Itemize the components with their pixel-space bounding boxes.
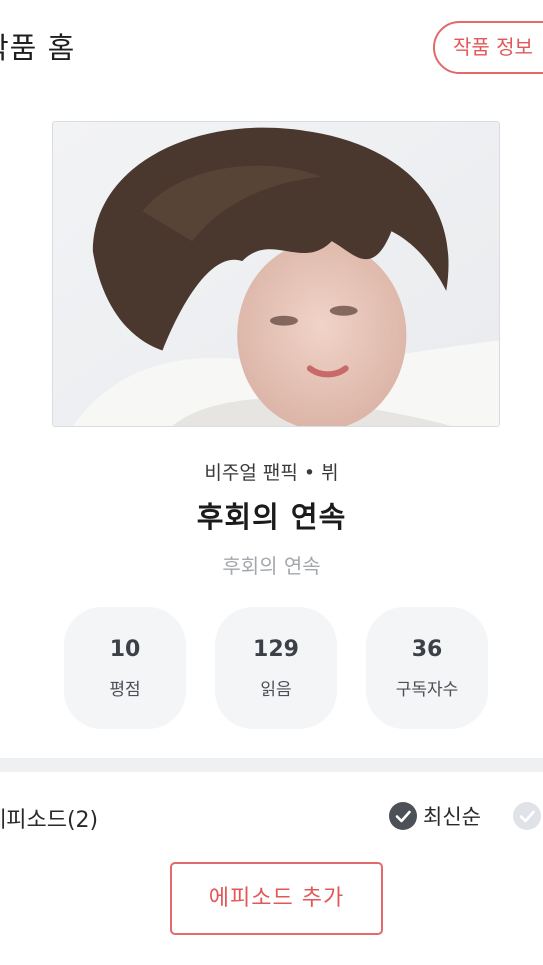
genre-label: 비주얼 팬픽 <box>204 462 298 484</box>
work-home-page: 작품 홈 작품 정보 <box>0 0 543 965</box>
cover-image <box>52 121 500 427</box>
stat-value: 129 <box>253 637 299 662</box>
header: 작품 홈 작품 정보 <box>0 0 543 92</box>
work-subtitle: 후회의 연속 <box>222 554 321 578</box>
check-circle-icon <box>513 802 541 830</box>
stat-label: 구독자수 <box>395 680 459 700</box>
work-meta: 비주얼 팬픽 • 뷔 <box>0 458 543 485</box>
section-divider <box>0 758 543 772</box>
stat-value: 36 <box>411 637 443 662</box>
stat-subscribers: 36 구독자수 <box>366 607 488 729</box>
page-title: 작품 홈 <box>0 31 76 65</box>
work-info-button[interactable]: 작품 정보 <box>433 21 543 74</box>
stat-value: 10 <box>109 637 141 662</box>
stat-label: 읽음 <box>260 680 292 700</box>
check-circle-icon <box>389 802 417 830</box>
sort-oldest-option[interactable] <box>513 802 541 834</box>
add-episode-button[interactable]: 에피소드 추가 <box>170 862 383 935</box>
episode-count: 에피소드(2) <box>0 808 99 833</box>
character-label: 뷔 <box>321 462 339 484</box>
meta-separator: • <box>303 462 316 484</box>
stat-reads: 129 읽음 <box>215 607 337 729</box>
work-title: 후회의 연속 <box>196 500 347 534</box>
stat-label: 평점 <box>109 680 141 700</box>
stat-rating: 10 평점 <box>64 607 186 729</box>
sort-latest-label: 최신순 <box>423 805 481 829</box>
sort-latest-option[interactable]: 최신순 <box>389 801 481 831</box>
